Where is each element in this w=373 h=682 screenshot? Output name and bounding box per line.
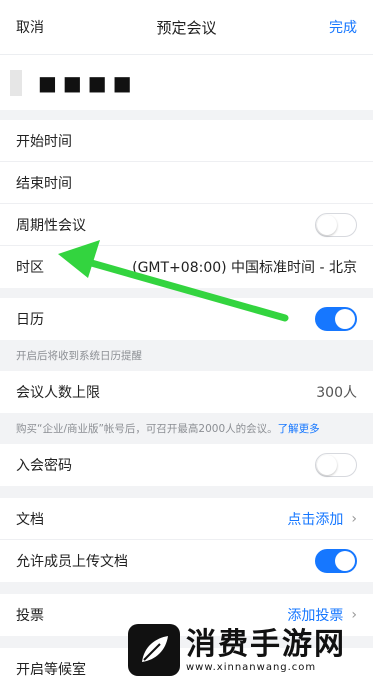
toggle-knob xyxy=(335,309,355,329)
done-button[interactable]: 完成 xyxy=(329,17,357,37)
watermark-logo-icon xyxy=(128,624,180,676)
watermark: 消费手游网 www.xinnanwang.com xyxy=(128,622,368,678)
timezone-row[interactable]: 时区 (GMT+08:00) 中国标准时间 - 北京 xyxy=(0,246,373,288)
nav-bar: 取消 预定会议 完成 xyxy=(0,0,373,54)
documents-label: 文档 xyxy=(16,511,44,528)
calendar-label: 日历 xyxy=(16,312,44,328)
calendar-toggle[interactable] xyxy=(315,307,357,331)
end-time-row[interactable]: 结束时间 xyxy=(0,162,373,204)
topic-blur-block xyxy=(10,69,22,96)
leaf-icon xyxy=(142,636,168,662)
waiting-room-label: 开启等候室 xyxy=(16,662,86,678)
toggle-knob xyxy=(317,214,337,235)
toggle-knob xyxy=(317,455,337,475)
recurring-label: 周期性会议 xyxy=(16,217,86,234)
recurring-row: 周期性会议 xyxy=(0,204,373,246)
capacity-label: 会议人数上限 xyxy=(16,385,100,401)
page-title: 预定会议 xyxy=(156,18,217,37)
meeting-topic-field[interactable]: ■■■■ xyxy=(0,54,373,110)
documents-action: 点击添加 › xyxy=(287,509,357,529)
capacity-hint: 购买“企业/商业版”帐号后，可召开最高2000人的会议。了解更多 xyxy=(0,413,373,444)
timezone-label: 时区 xyxy=(16,260,44,276)
documents-row[interactable]: 文档 点击添加 › xyxy=(0,498,373,540)
chevron-right-icon: › xyxy=(351,510,357,527)
end-time-label: 结束时间 xyxy=(16,175,72,192)
timezone-value: (GMT+08:00) 中国标准时间 - 北京 xyxy=(132,260,357,276)
add-document-link[interactable]: 点击添加 xyxy=(287,509,343,529)
capacity-hint-text: 购买“企业/商业版”帐号后，可召开最高2000人的会议。 xyxy=(16,423,278,435)
allow-upload-row: 允许成员上传文档 xyxy=(0,540,373,582)
watermark-title: 消费手游网 xyxy=(186,626,346,662)
password-label: 入会密码 xyxy=(16,458,72,474)
watermark-url: www.xinnanwang.com xyxy=(186,661,317,673)
allow-upload-toggle[interactable] xyxy=(315,549,357,573)
vote-label: 投票 xyxy=(16,608,44,624)
capacity-value: 300人 xyxy=(316,385,357,401)
calendar-row: 日历 xyxy=(0,298,373,340)
cancel-button[interactable]: 取消 xyxy=(16,17,44,37)
recurring-toggle[interactable] xyxy=(315,212,357,237)
start-time-row[interactable]: 开始时间 xyxy=(0,120,373,162)
capacity-row[interactable]: 会议人数上限 300人 xyxy=(0,371,373,413)
learn-more-link[interactable]: 了解更多 xyxy=(278,423,320,435)
calendar-hint: 开启后将收到系统日历提醒 xyxy=(0,340,373,371)
allow-upload-label: 允许成员上传文档 xyxy=(16,554,128,570)
password-row: 入会密码 xyxy=(0,444,373,486)
toggle-knob xyxy=(335,551,355,571)
start-time-label: 开始时间 xyxy=(16,133,72,150)
chevron-right-icon: › xyxy=(351,607,357,623)
password-toggle[interactable] xyxy=(315,453,357,477)
topic-masked-text: ■■■■ xyxy=(38,70,138,95)
